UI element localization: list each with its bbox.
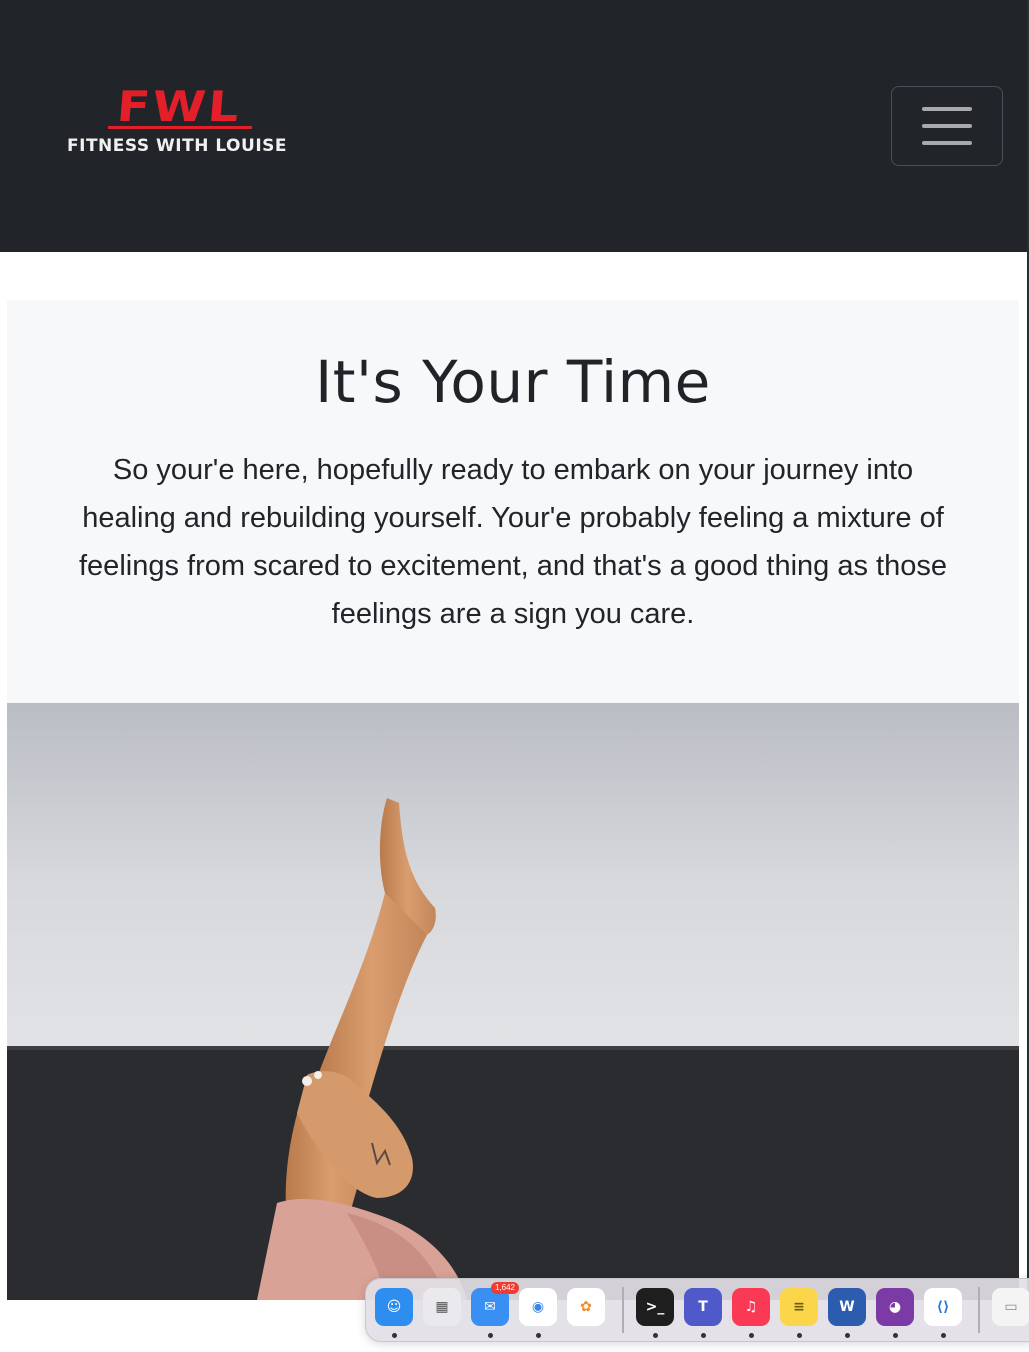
- running-indicator: [701, 1333, 706, 1338]
- hero-photo: [7, 703, 1019, 1300]
- vscode-icon: ⟨⟩: [936, 1299, 950, 1315]
- dock-app-vscode[interactable]: ⟨⟩: [924, 1288, 962, 1326]
- terminal-icon: >_: [645, 1299, 665, 1315]
- dock-separator: [978, 1287, 980, 1333]
- teams-icon: T: [698, 1299, 708, 1315]
- dock-app-chrome[interactable]: ◉: [519, 1288, 557, 1326]
- dock-app-terminal[interactable]: >_: [636, 1288, 674, 1326]
- music-icon: ♫: [744, 1299, 758, 1315]
- hero-section: It's Your Time So your'e here, hopefully…: [7, 300, 1019, 703]
- running-indicator: [392, 1333, 397, 1338]
- photos-icon: ✿: [580, 1299, 592, 1315]
- logo-subtitle: FITNESS WITH LOUISE: [67, 136, 287, 156]
- menu-toggle-button[interactable]: [891, 86, 1003, 166]
- dock-app-music[interactable]: ♫: [732, 1288, 770, 1326]
- dock-app-preview-window[interactable]: ▭: [992, 1288, 1029, 1326]
- finder-icon: ☺: [386, 1299, 402, 1315]
- running-indicator: [488, 1333, 493, 1338]
- running-indicator: [749, 1333, 754, 1338]
- logo-underline: [108, 126, 252, 129]
- running-indicator: [797, 1333, 802, 1338]
- dock-app-finder[interactable]: ☺: [375, 1288, 413, 1326]
- navbar: FWL FITNESS WITH LOUISE: [0, 0, 1029, 252]
- hamburger-menu-icon-bar: [922, 141, 972, 145]
- dock-app-launchpad[interactable]: ▦: [423, 1288, 461, 1326]
- hamburger-menu-icon-bar: [922, 124, 972, 128]
- dock-app-notes[interactable]: ≡: [780, 1288, 818, 1326]
- hero-intro-text: So your'e here, hopefully ready to embar…: [79, 454, 947, 630]
- running-indicator: [845, 1333, 850, 1338]
- chrome-icon: ◉: [531, 1299, 545, 1315]
- dock-app-photos[interactable]: ✿: [567, 1288, 605, 1326]
- running-indicator: [893, 1333, 898, 1338]
- dock-app-mail[interactable]: ✉ 1,642: [471, 1282, 519, 1326]
- running-indicator: [536, 1333, 541, 1338]
- hero-title: It's Your Time: [315, 348, 711, 416]
- launchpad-icon: ▦: [435, 1299, 449, 1315]
- notes-icon: ≡: [793, 1299, 805, 1315]
- mail-unread-badge: 1,642: [490, 1282, 519, 1294]
- yoga-legs-photo: [7, 703, 1019, 1300]
- running-indicator: [653, 1333, 658, 1338]
- window-thumbnail-icon: ▭: [1004, 1299, 1018, 1315]
- dock-app-github-desktop[interactable]: ◕: [876, 1288, 914, 1326]
- brand-logo-link[interactable]: FWL FITNESS WITH LOUISE: [34, 82, 320, 158]
- hamburger-menu-icon: [922, 107, 972, 111]
- dock-app-word[interactable]: W: [828, 1288, 866, 1326]
- macos-dock: ☺ ▦ ✉ 1,642 ◉ ✿ >_ T ♫ ≡ W ◕ ⟨⟩ ▭: [365, 1278, 1029, 1342]
- dock-app-teams[interactable]: T: [684, 1288, 722, 1326]
- word-icon: W: [839, 1299, 855, 1315]
- mail-icon: ✉: [484, 1299, 496, 1315]
- logo-mark: FWL: [115, 82, 243, 131]
- dock-separator: [622, 1287, 624, 1333]
- github-icon: ◕: [888, 1299, 902, 1315]
- running-indicator: [941, 1333, 946, 1338]
